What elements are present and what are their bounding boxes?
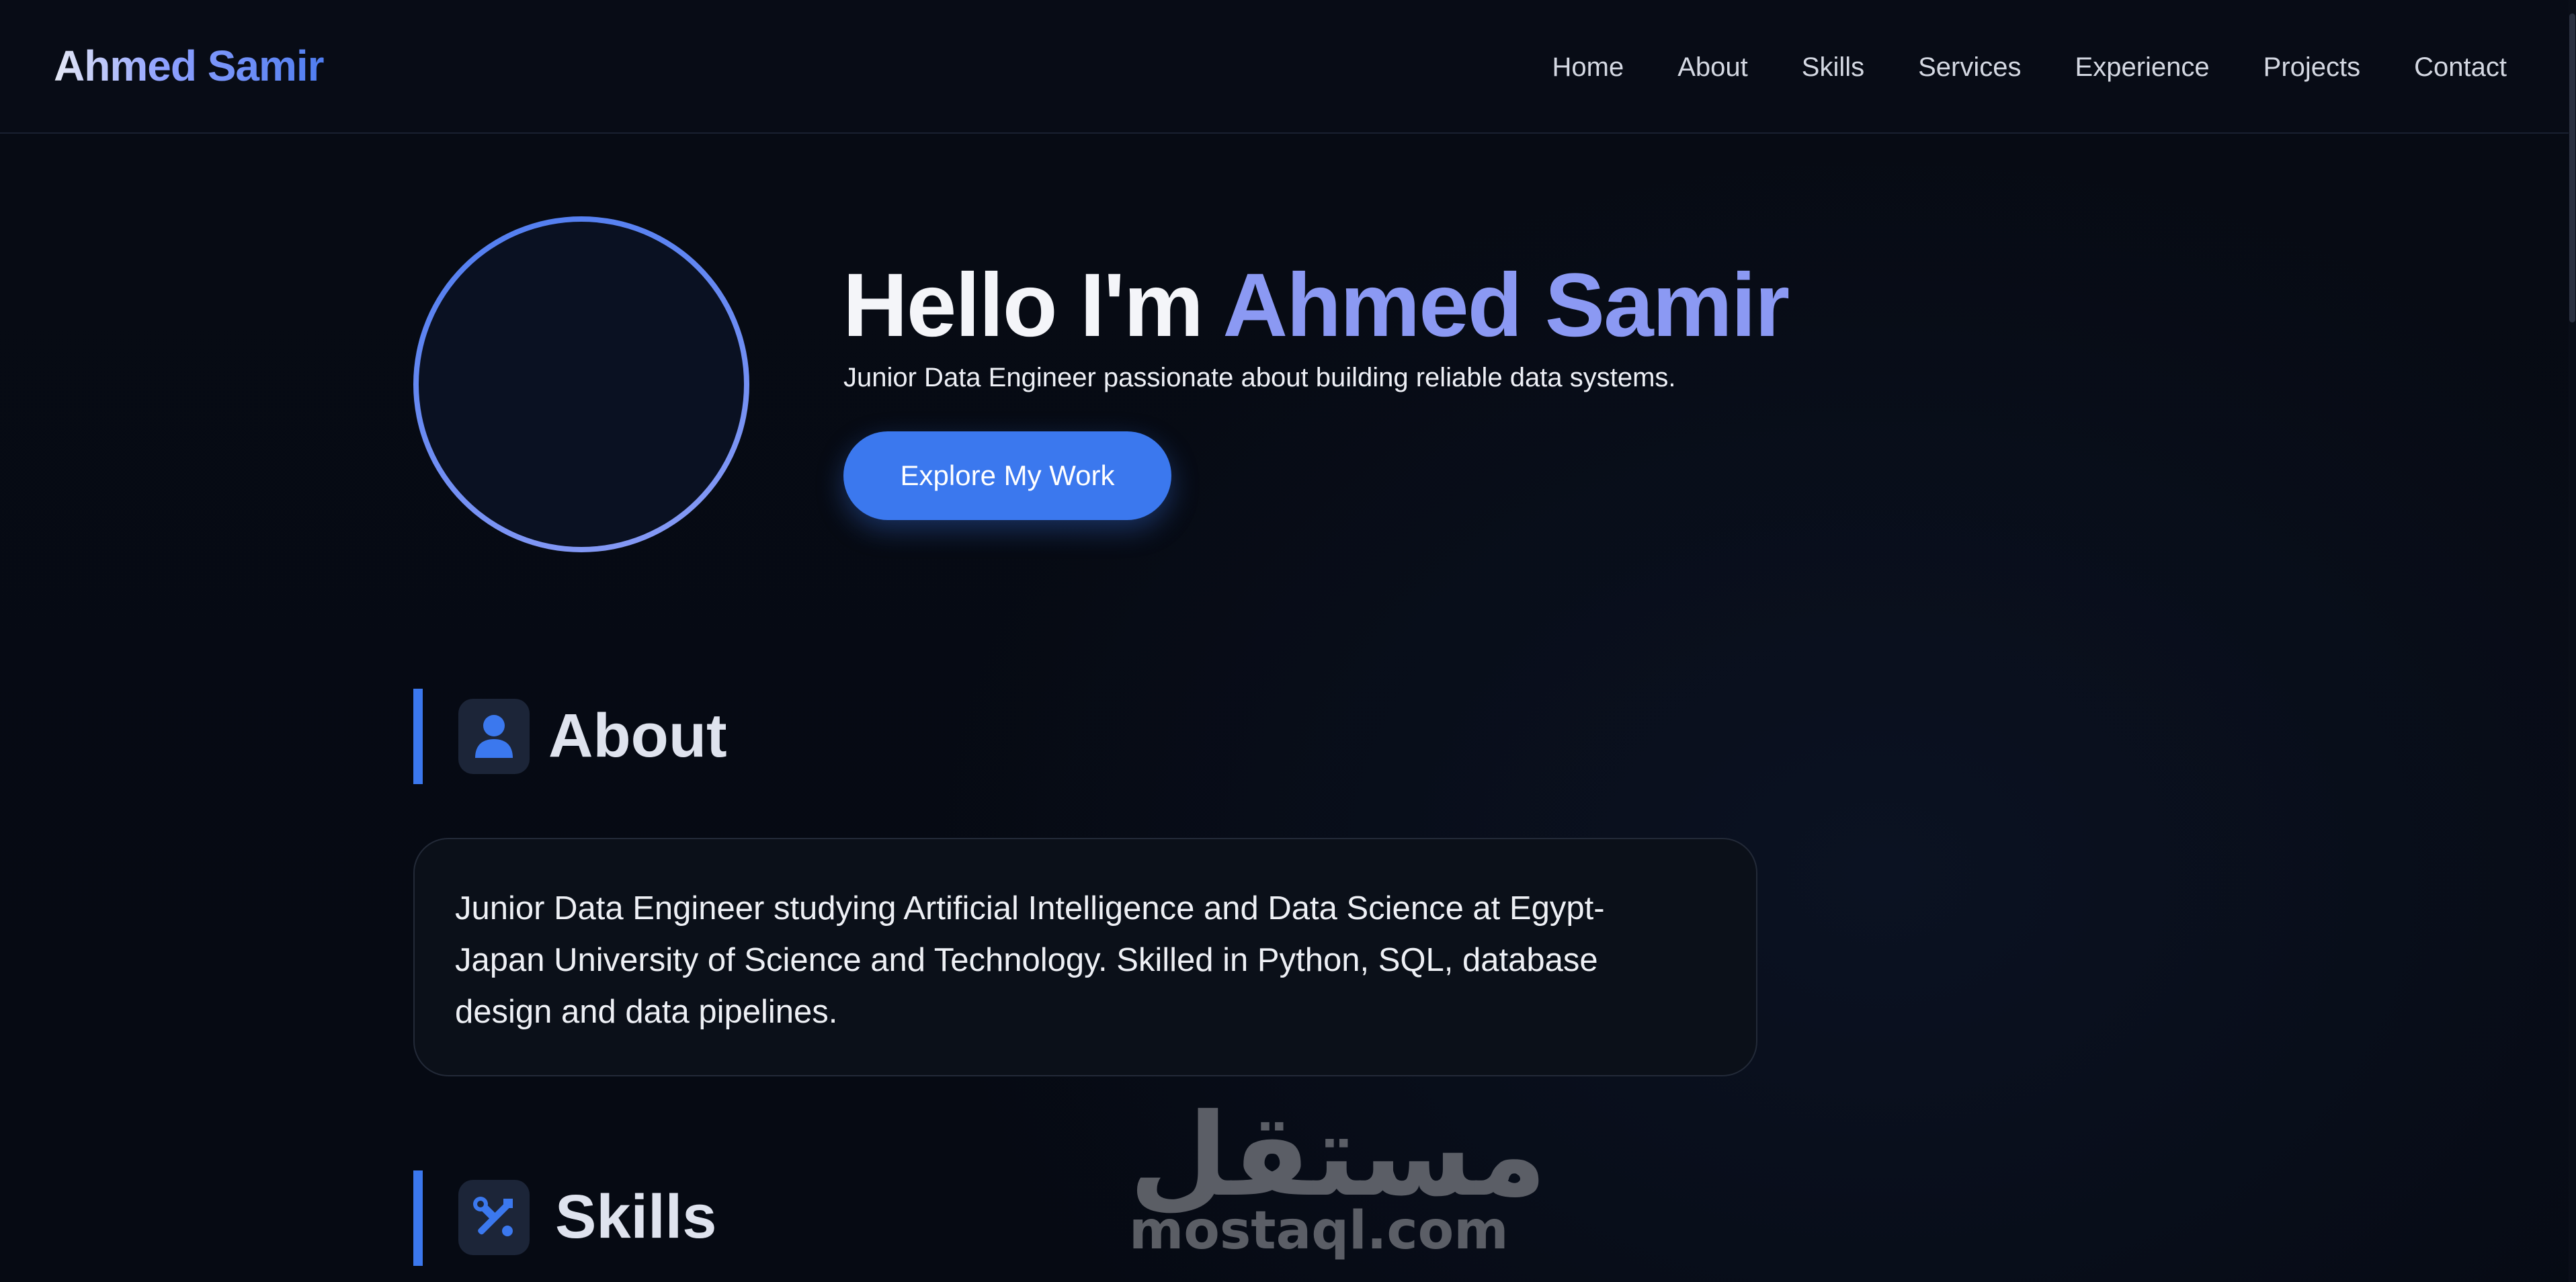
nav-link-services[interactable]: Services xyxy=(1918,48,2021,86)
about-text: Junior Data Engineer studying Artificial… xyxy=(455,890,1605,1030)
watermark-latin: mostaql.com xyxy=(1129,1201,1509,1261)
nav-link-about[interactable]: About xyxy=(1677,48,1748,86)
scrollbar-thumb[interactable] xyxy=(2569,13,2575,323)
explore-work-button[interactable]: Explore My Work xyxy=(843,431,1171,520)
avatar-placeholder xyxy=(419,222,744,547)
skills-title: Skills xyxy=(555,1183,717,1251)
brand-logo[interactable]: Ahmed Samir xyxy=(54,39,325,93)
hero-greeting: Hello I'm xyxy=(843,255,1204,355)
skills-accent-bar xyxy=(413,1170,423,1266)
page: Ahmed Samir Home About Skills Services E… xyxy=(0,0,2576,1282)
hero-title: Hello I'm Ahmed Samir xyxy=(843,252,1790,359)
about-accent-bar xyxy=(413,689,423,784)
nav-link-home[interactable]: Home xyxy=(1552,48,1624,86)
nav-link-skills[interactable]: Skills xyxy=(1802,48,1864,86)
profile-avatar xyxy=(413,216,749,552)
user-icon xyxy=(458,699,530,774)
user-icon-glyph xyxy=(475,715,513,758)
hero-subtitle: Junior Data Engineer passionate about bu… xyxy=(843,363,1676,392)
hero-name: Ahmed Samir xyxy=(1222,255,1790,355)
about-title: About xyxy=(548,701,727,770)
nav-links: Home About Skills Services Experience Pr… xyxy=(1552,48,2507,86)
tools-icon-glyph xyxy=(473,1197,513,1236)
mostaql-watermark: مستقل mostaql.com xyxy=(1129,1089,1547,1261)
tools-icon xyxy=(458,1180,530,1255)
nav-link-projects[interactable]: Projects xyxy=(2263,48,2361,86)
navbar: Ahmed Samir Home About Skills Services E… xyxy=(0,0,2569,134)
scrollbar[interactable] xyxy=(2569,0,2576,1282)
nav-link-experience[interactable]: Experience xyxy=(2075,48,2210,86)
nav-link-contact[interactable]: Contact xyxy=(2414,48,2507,86)
about-card: Junior Data Engineer studying Artificial… xyxy=(413,838,1757,1076)
watermark-arabic: مستقل xyxy=(1129,1089,1547,1222)
